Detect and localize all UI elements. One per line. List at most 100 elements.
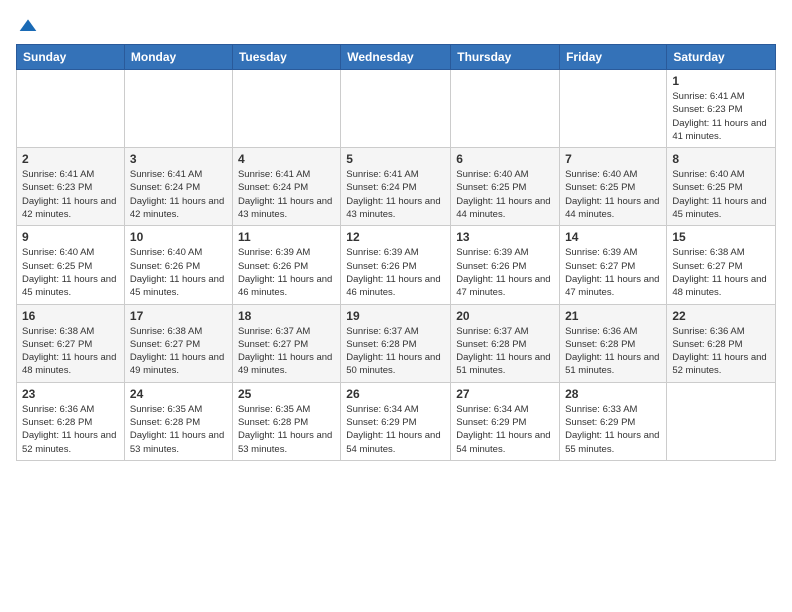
day-info: Sunrise: 6:37 AMSunset: 6:27 PMDaylight:…	[238, 325, 335, 378]
calendar-cell: 23 Sunrise: 6:36 AMSunset: 6:28 PMDayligh…	[17, 382, 125, 460]
weekday-header: Sunday	[17, 45, 125, 70]
day-info: Sunrise: 6:41 AMSunset: 6:23 PMDaylight:…	[22, 168, 119, 221]
weekday-header-row: SundayMondayTuesdayWednesdayThursdayFrid…	[17, 45, 776, 70]
day-info: Sunrise: 6:39 AMSunset: 6:26 PMDaylight:…	[346, 246, 445, 299]
calendar-week-row: 23 Sunrise: 6:36 AMSunset: 6:28 PMDayligh…	[17, 382, 776, 460]
calendar-cell: 14 Sunrise: 6:39 AMSunset: 6:27 PMDayligh…	[560, 226, 667, 304]
day-info: Sunrise: 6:41 AMSunset: 6:24 PMDaylight:…	[238, 168, 335, 221]
weekday-header: Monday	[124, 45, 232, 70]
calendar: SundayMondayTuesdayWednesdayThursdayFrid…	[16, 44, 776, 461]
day-number: 8	[672, 152, 770, 166]
day-number: 17	[130, 309, 227, 323]
calendar-cell	[667, 382, 776, 460]
weekday-header: Wednesday	[341, 45, 451, 70]
calendar-cell: 26 Sunrise: 6:34 AMSunset: 6:29 PMDayligh…	[341, 382, 451, 460]
day-number: 13	[456, 230, 554, 244]
day-info: Sunrise: 6:38 AMSunset: 6:27 PMDaylight:…	[22, 325, 119, 378]
day-info: Sunrise: 6:39 AMSunset: 6:26 PMDaylight:…	[456, 246, 554, 299]
calendar-week-row: 16 Sunrise: 6:38 AMSunset: 6:27 PMDayligh…	[17, 304, 776, 382]
day-number: 1	[672, 74, 770, 88]
day-info: Sunrise: 6:41 AMSunset: 6:24 PMDaylight:…	[346, 168, 445, 221]
day-info: Sunrise: 6:40 AMSunset: 6:25 PMDaylight:…	[456, 168, 554, 221]
logo	[16, 16, 38, 36]
calendar-cell: 28 Sunrise: 6:33 AMSunset: 6:29 PMDayligh…	[560, 382, 667, 460]
calendar-cell: 27Sunrise: 6:34 AMSunset: 6:29 PMDayligh…	[451, 382, 560, 460]
day-info: Sunrise: 6:34 AMSunset: 6:29 PMDaylight:…	[346, 403, 445, 456]
day-number: 27	[456, 387, 554, 401]
calendar-cell: 20 Sunrise: 6:37 AMSunset: 6:28 PMDayligh…	[451, 304, 560, 382]
day-number: 3	[130, 152, 227, 166]
day-info: Sunrise: 6:36 AMSunset: 6:28 PMDaylight:…	[22, 403, 119, 456]
day-number: 23	[22, 387, 119, 401]
calendar-week-row: 9 Sunrise: 6:40 AMSunset: 6:25 PMDaylight…	[17, 226, 776, 304]
day-info: Sunrise: 6:37 AMSunset: 6:28 PMDaylight:…	[456, 325, 554, 378]
calendar-cell: 10 Sunrise: 6:40 AMSunset: 6:26 PMDayligh…	[124, 226, 232, 304]
calendar-cell	[17, 70, 125, 148]
day-info: Sunrise: 6:35 AMSunset: 6:28 PMDaylight:…	[238, 403, 335, 456]
day-number: 2	[22, 152, 119, 166]
calendar-cell: 15 Sunrise: 6:38 AMSunset: 6:27 PMDayligh…	[667, 226, 776, 304]
day-number: 11	[238, 230, 335, 244]
calendar-cell: 24 Sunrise: 6:35 AMSunset: 6:28 PMDayligh…	[124, 382, 232, 460]
day-number: 4	[238, 152, 335, 166]
calendar-cell: 3 Sunrise: 6:41 AMSunset: 6:24 PMDaylight…	[124, 148, 232, 226]
calendar-cell: 21Sunrise: 6:36 AMSunset: 6:28 PMDayligh…	[560, 304, 667, 382]
day-number: 15	[672, 230, 770, 244]
day-number: 18	[238, 309, 335, 323]
calendar-week-row: 2 Sunrise: 6:41 AMSunset: 6:23 PMDaylight…	[17, 148, 776, 226]
day-number: 9	[22, 230, 119, 244]
day-number: 14	[565, 230, 661, 244]
day-number: 20	[456, 309, 554, 323]
day-number: 10	[130, 230, 227, 244]
logo-icon	[18, 16, 38, 36]
day-info: Sunrise: 6:39 AMSunset: 6:27 PMDaylight:…	[565, 246, 661, 299]
calendar-cell: 9 Sunrise: 6:40 AMSunset: 6:25 PMDaylight…	[17, 226, 125, 304]
calendar-cell: 16 Sunrise: 6:38 AMSunset: 6:27 PMDayligh…	[17, 304, 125, 382]
day-number: 24	[130, 387, 227, 401]
calendar-cell: 1Sunrise: 6:41 AMSunset: 6:23 PMDaylight…	[667, 70, 776, 148]
day-info: Sunrise: 6:33 AMSunset: 6:29 PMDaylight:…	[565, 403, 661, 456]
day-number: 22	[672, 309, 770, 323]
day-number: 19	[346, 309, 445, 323]
calendar-cell: 6 Sunrise: 6:40 AMSunset: 6:25 PMDaylight…	[451, 148, 560, 226]
day-info: Sunrise: 6:38 AMSunset: 6:27 PMDaylight:…	[672, 246, 770, 299]
calendar-cell: 22 Sunrise: 6:36 AMSunset: 6:28 PMDayligh…	[667, 304, 776, 382]
calendar-cell	[451, 70, 560, 148]
day-number: 5	[346, 152, 445, 166]
calendar-cell: 12Sunrise: 6:39 AMSunset: 6:26 PMDayligh…	[341, 226, 451, 304]
day-number: 26	[346, 387, 445, 401]
weekday-header: Tuesday	[232, 45, 340, 70]
day-info: Sunrise: 6:38 AMSunset: 6:27 PMDaylight:…	[130, 325, 227, 378]
day-info: Sunrise: 6:40 AMSunset: 6:25 PMDaylight:…	[672, 168, 770, 221]
calendar-cell	[232, 70, 340, 148]
day-info: Sunrise: 6:40 AMSunset: 6:25 PMDaylight:…	[22, 246, 119, 299]
day-number: 25	[238, 387, 335, 401]
day-number: 28	[565, 387, 661, 401]
calendar-cell: 17 Sunrise: 6:38 AMSunset: 6:27 PMDayligh…	[124, 304, 232, 382]
day-number: 6	[456, 152, 554, 166]
header	[16, 16, 776, 36]
calendar-cell: 7 Sunrise: 6:40 AMSunset: 6:25 PMDaylight…	[560, 148, 667, 226]
calendar-cell: 2 Sunrise: 6:41 AMSunset: 6:23 PMDaylight…	[17, 148, 125, 226]
weekday-header: Saturday	[667, 45, 776, 70]
day-info: Sunrise: 6:37 AMSunset: 6:28 PMDaylight:…	[346, 325, 445, 378]
day-info: Sunrise: 6:40 AMSunset: 6:25 PMDaylight:…	[565, 168, 661, 221]
day-number: 16	[22, 309, 119, 323]
calendar-cell: 13 Sunrise: 6:39 AMSunset: 6:26 PMDayligh…	[451, 226, 560, 304]
day-info: Sunrise: 6:40 AMSunset: 6:26 PMDaylight:…	[130, 246, 227, 299]
calendar-cell: 5 Sunrise: 6:41 AMSunset: 6:24 PMDaylight…	[341, 148, 451, 226]
day-info: Sunrise: 6:41 AMSunset: 6:24 PMDaylight:…	[130, 168, 227, 221]
day-info: Sunrise: 6:35 AMSunset: 6:28 PMDaylight:…	[130, 403, 227, 456]
calendar-cell: 19 Sunrise: 6:37 AMSunset: 6:28 PMDayligh…	[341, 304, 451, 382]
calendar-cell: 18 Sunrise: 6:37 AMSunset: 6:27 PMDayligh…	[232, 304, 340, 382]
calendar-cell: 11 Sunrise: 6:39 AMSunset: 6:26 PMDayligh…	[232, 226, 340, 304]
page: SundayMondayTuesdayWednesdayThursdayFrid…	[0, 0, 792, 473]
calendar-cell	[341, 70, 451, 148]
day-info: Sunrise: 6:36 AMSunset: 6:28 PMDaylight:…	[672, 325, 770, 378]
weekday-header: Thursday	[451, 45, 560, 70]
calendar-cell: 25 Sunrise: 6:35 AMSunset: 6:28 PMDayligh…	[232, 382, 340, 460]
day-info: Sunrise: 6:36 AMSunset: 6:28 PMDaylight:…	[565, 325, 661, 378]
day-info: Sunrise: 6:39 AMSunset: 6:26 PMDaylight:…	[238, 246, 335, 299]
calendar-cell: 4 Sunrise: 6:41 AMSunset: 6:24 PMDaylight…	[232, 148, 340, 226]
day-number: 7	[565, 152, 661, 166]
